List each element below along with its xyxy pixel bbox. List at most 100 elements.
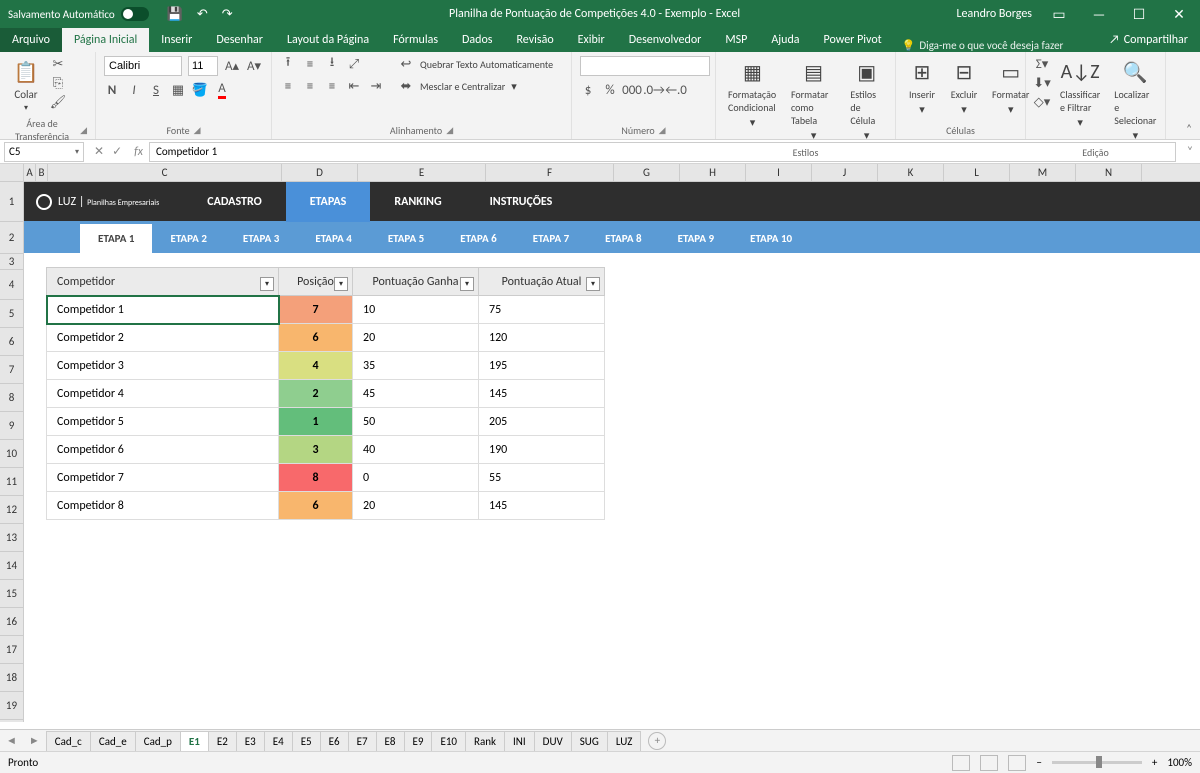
font-expander[interactable]: ◢ (194, 125, 201, 136)
orientation-icon[interactable]: ⤢ (346, 56, 362, 72)
indent-right-icon[interactable]: ⇥ (368, 78, 384, 94)
etapa-tab[interactable]: ETAPA 8 (587, 224, 659, 253)
paste-button[interactable]: 📋 Colar ▾ (8, 56, 44, 115)
nav-instrucoes[interactable]: INSTRUÇÕES (466, 182, 577, 222)
etapa-tab[interactable]: ETAPA 4 (297, 224, 369, 253)
minimize-icon[interactable]: — (1086, 6, 1112, 23)
align-center-icon[interactable]: ≡ (302, 78, 318, 94)
border-icon[interactable]: ▦ (170, 82, 186, 98)
sheet-tab[interactable]: E6 (320, 731, 349, 751)
column-header[interactable]: H (680, 164, 746, 181)
align-right-icon[interactable]: ≡ (324, 78, 340, 94)
font-size-input[interactable] (188, 56, 218, 76)
row-header[interactable]: 10 (0, 440, 23, 468)
cell-posicao[interactable]: 2 (279, 380, 353, 408)
nav-etapas[interactable]: ETAPAS (286, 182, 371, 222)
copy-icon[interactable]: ⎘ (50, 75, 66, 91)
zoom-level[interactable]: 100% (1167, 756, 1192, 769)
cell-posicao[interactable]: 6 (279, 492, 353, 520)
share-button[interactable]: ↗ Compartilhar (1097, 28, 1200, 52)
merge-center-button[interactable]: ⬌Mesclar e Centralizar ▾ (398, 78, 553, 94)
row-header[interactable]: 4 (0, 270, 23, 300)
increase-decimal-icon[interactable]: .0→ (646, 82, 662, 98)
number-expander[interactable]: ◢ (659, 125, 666, 136)
column-header[interactable]: M (1010, 164, 1076, 181)
column-header[interactable]: C (48, 164, 282, 181)
cell-competidor[interactable]: Competidor 3 (47, 352, 279, 380)
font-color-icon[interactable]: A (214, 82, 230, 98)
column-header[interactable]: K (878, 164, 944, 181)
bold-icon[interactable]: N (104, 82, 120, 98)
tab-review[interactable]: Revisão (505, 28, 566, 52)
sheet-tab[interactable]: INI (504, 731, 535, 751)
cell-ganha[interactable]: 10 (353, 296, 479, 324)
cell-posicao[interactable]: 3 (279, 436, 353, 464)
cell-ganha[interactable]: 40 (353, 436, 479, 464)
zoom-slider[interactable] (1052, 761, 1142, 764)
cell-atual[interactable]: 75 (479, 296, 605, 324)
tab-formulas[interactable]: Fórmulas (381, 28, 450, 52)
cell-posicao[interactable]: 1 (279, 408, 353, 436)
expand-formula-bar-icon[interactable]: ˅ (1180, 145, 1200, 159)
nav-cadastro[interactable]: CADASTRO (183, 182, 285, 222)
cell-ganha[interactable]: 20 (353, 492, 479, 520)
decrease-font-icon[interactable]: A▾ (246, 58, 262, 74)
sheet-tab[interactable]: Cad_c (46, 731, 91, 751)
sort-filter-button[interactable]: A↓ZClassificar e Filtrar▾ (1056, 56, 1104, 131)
find-select-button[interactable]: 🔍Localizar e Selecionar▾ (1110, 56, 1160, 144)
tab-developer[interactable]: Desenvolvedor (617, 28, 714, 52)
cell-atual[interactable]: 145 (479, 380, 605, 408)
row-header[interactable]: 15 (0, 580, 23, 608)
sheet-tab[interactable]: E1 (180, 731, 209, 751)
clear-icon[interactable]: ◇▾ (1034, 94, 1050, 110)
row-header[interactable]: 7 (0, 356, 23, 384)
etapa-tab[interactable]: ETAPA 5 (370, 224, 442, 253)
tab-insert[interactable]: Inserir (149, 28, 204, 52)
etapa-tab[interactable]: ETAPA 7 (515, 224, 587, 253)
insert-cells-button[interactable]: ⊞Inserir▾ (904, 56, 940, 118)
percent-icon[interactable]: % (602, 82, 618, 98)
row-header[interactable]: 12 (0, 496, 23, 524)
cell-atual[interactable]: 55 (479, 464, 605, 492)
italic-icon[interactable]: I (126, 82, 142, 98)
tab-view[interactable]: Exibir (566, 28, 617, 52)
cell-atual[interactable]: 195 (479, 352, 605, 380)
tab-home[interactable]: Página Inicial (62, 28, 149, 52)
column-header[interactable]: F (486, 164, 614, 181)
cell-posicao[interactable]: 4 (279, 352, 353, 380)
tell-me-search[interactable]: 💡 Diga-me o que você deseja fazer (902, 39, 1064, 52)
increase-font-icon[interactable]: A▴ (224, 58, 240, 74)
delete-cells-button[interactable]: ⊟Excluir▾ (946, 56, 982, 118)
name-box[interactable]: C5▾ (4, 142, 84, 162)
formula-bar[interactable]: Competidor 1 (149, 142, 1176, 162)
cell-atual[interactable]: 205 (479, 408, 605, 436)
cell-posicao[interactable]: 7 (279, 296, 353, 324)
tab-help[interactable]: Ajuda (759, 28, 811, 52)
collapse-ribbon-icon[interactable]: ˄ (1178, 118, 1200, 139)
column-header[interactable]: N (1076, 164, 1142, 181)
autosave-toggle[interactable]: Salvamento Automático (8, 7, 149, 21)
row-header[interactable]: 18 (0, 664, 23, 692)
add-sheet-button[interactable]: + (648, 732, 666, 750)
filter-atual-icon[interactable]: ▾ (586, 277, 600, 291)
cell-ganha[interactable]: 20 (353, 324, 479, 352)
filter-ganha-icon[interactable]: ▾ (460, 277, 474, 291)
page-layout-view-icon[interactable] (980, 755, 998, 771)
clipboard-expander[interactable]: ◢ (80, 125, 87, 136)
column-header[interactable]: B (36, 164, 48, 181)
ribbon-options-icon[interactable]: ▭ (1046, 6, 1072, 23)
column-header[interactable]: J (812, 164, 878, 181)
tab-msp[interactable]: MSP (713, 28, 759, 52)
cell-atual[interactable]: 145 (479, 492, 605, 520)
row-header[interactable]: 3 (0, 254, 23, 270)
cell-competidor[interactable]: Competidor 7 (47, 464, 279, 492)
column-header[interactable]: D (282, 164, 358, 181)
row-header[interactable]: 5 (0, 300, 23, 328)
cell-ganha[interactable]: 35 (353, 352, 479, 380)
row-header[interactable]: 19 (0, 692, 23, 720)
user-name[interactable]: Leandro Borges (957, 7, 1033, 21)
row-header[interactable]: 16 (0, 608, 23, 636)
format-as-table-button[interactable]: ▤Formatar como Tabela▾ (787, 56, 840, 144)
zoom-out-icon[interactable]: − (1036, 756, 1041, 769)
sheet-tab[interactable]: E4 (264, 731, 293, 751)
